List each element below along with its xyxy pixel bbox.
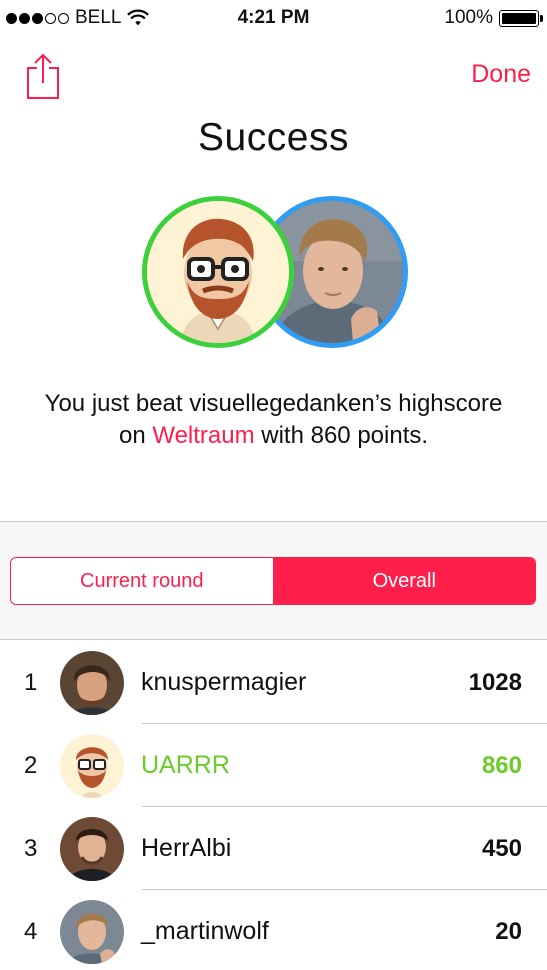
rank: 4: [24, 917, 38, 945]
battery-percent: 100%: [444, 7, 493, 28]
avatar: [60, 650, 124, 715]
avatar: [60, 733, 124, 798]
done-button[interactable]: Done: [471, 60, 531, 89]
player-name: _martinwolf: [141, 917, 269, 945]
segment-overall[interactable]: Overall: [272, 558, 535, 604]
segment-current-round[interactable]: Current round: [11, 558, 273, 604]
status-bar: BELL 4:21 PM 100%: [0, 0, 547, 36]
result-message: You just beat visuellegedanken’s highsco…: [40, 388, 507, 452]
leaderboard-row[interactable]: 4 _martinwolf 20: [0, 890, 547, 970]
rank: 1: [24, 668, 38, 696]
player-score: 20: [495, 917, 522, 945]
message-text-after: with 860 points.: [254, 422, 429, 449]
player-score: 860: [481, 751, 522, 779]
avatar: [60, 816, 124, 881]
avatar: [60, 899, 124, 964]
segment-bar: Current round Overall: [0, 521, 547, 640]
player-score: 450: [481, 834, 522, 862]
leaderboard: 1 knuspermagier 1028 2 UARRR 860 3 HerrA…: [0, 641, 547, 970]
share-icon[interactable]: [24, 52, 62, 100]
scope-segmented-control: Current round Overall: [10, 557, 536, 605]
battery-info: 100%: [444, 7, 543, 29]
leaderboard-row[interactable]: 1 knuspermagier 1028: [0, 641, 547, 724]
leaderboard-row[interactable]: 3 HerrAlbi 450: [0, 807, 547, 890]
battery-icon: [499, 9, 543, 27]
leaderboard-row[interactable]: 2 UARRR 860: [0, 724, 547, 807]
player-name: UARRR: [141, 751, 230, 779]
player-avatar: [142, 196, 294, 348]
rank: 2: [24, 751, 38, 779]
page-title: Success: [198, 116, 349, 159]
player-score: 1028: [468, 668, 522, 696]
rank: 3: [24, 834, 38, 862]
game-link[interactable]: Weltraum: [152, 422, 254, 449]
player-name: HerrAlbi: [141, 834, 232, 862]
player-name: knuspermagier: [141, 668, 307, 696]
